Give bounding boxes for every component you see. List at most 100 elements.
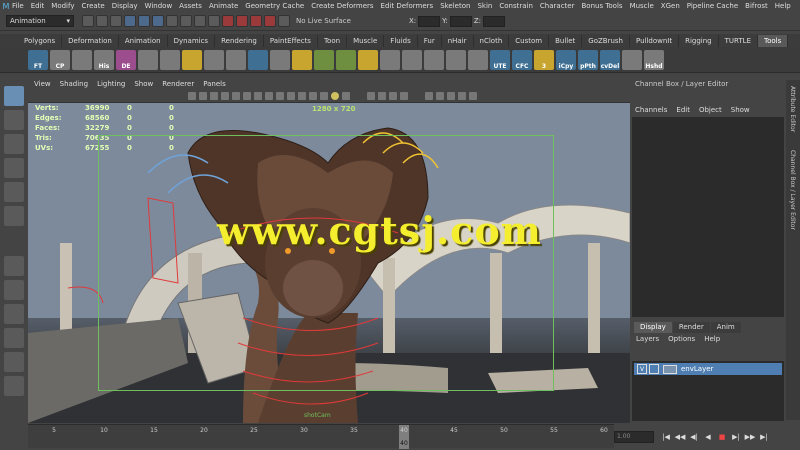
step-back-frame-icon[interactable]: ◀| xyxy=(688,431,700,443)
step-forward-frame-icon[interactable]: ▶| xyxy=(730,431,742,443)
menu-bonus-tools[interactable]: Bonus Tools xyxy=(581,2,622,10)
use-all-lights-icon[interactable] xyxy=(331,91,339,100)
shelf-tool-icon[interactable]: pPth xyxy=(578,49,598,70)
history-icon[interactable] xyxy=(222,15,234,27)
rotate-tool-icon[interactable] xyxy=(4,182,24,202)
channel-box-menu-edit[interactable]: Edit xyxy=(676,106,690,114)
shelf-tool-icon[interactable] xyxy=(358,49,378,70)
layer-color-swatch[interactable] xyxy=(663,364,677,374)
menu-edit[interactable]: Edit xyxy=(31,2,45,10)
shelf-tab-bullet[interactable]: Bullet xyxy=(549,34,583,47)
shelf-tab-rigging[interactable]: Rigging xyxy=(679,34,719,47)
x-field[interactable] xyxy=(418,15,441,27)
shelf-tool-icon[interactable] xyxy=(72,49,92,70)
shelf-tool-icon[interactable]: His xyxy=(94,49,114,70)
isolate-select-icon[interactable] xyxy=(425,91,433,100)
shelf-tool-icon[interactable] xyxy=(182,49,202,70)
shelf-tab-toon[interactable]: Toon xyxy=(318,34,348,47)
shelf-tool-icon[interactable] xyxy=(292,49,312,70)
shelf-tab-custom[interactable]: Custom xyxy=(509,34,550,47)
multisample-icon[interactable] xyxy=(389,91,397,100)
ambient-occlusion-icon[interactable] xyxy=(367,91,375,100)
shelf-tool-icon[interactable] xyxy=(402,49,422,70)
select-component-icon[interactable] xyxy=(152,15,164,27)
bookmark-icon[interactable] xyxy=(199,91,207,100)
y-field[interactable] xyxy=(449,15,472,27)
layer-menu-layers[interactable]: Layers xyxy=(636,335,659,343)
menu-bifrost[interactable]: Bifrost xyxy=(745,2,768,10)
save-scene-icon[interactable] xyxy=(110,15,122,27)
shelf-tool-icon[interactable]: FT xyxy=(28,49,48,70)
single-layout-icon[interactable] xyxy=(4,256,24,276)
menu-file[interactable]: File xyxy=(12,2,24,10)
magnet-icon[interactable] xyxy=(278,15,290,27)
shelf-tool-icon[interactable] xyxy=(204,49,224,70)
viewport-menu-renderer[interactable]: Renderer xyxy=(162,80,194,88)
shelf-tool-icon[interactable] xyxy=(138,49,158,70)
shelf-tool-icon[interactable]: Hshd xyxy=(644,49,664,70)
scale-tool-icon[interactable] xyxy=(4,206,24,226)
side-by-side-layout-icon[interactable] xyxy=(4,304,24,324)
viewport-menu-view[interactable]: View xyxy=(34,80,51,88)
channel-box-tab[interactable]: Channel Box / Layer Editor xyxy=(789,150,796,230)
motion-blur-icon[interactable] xyxy=(378,91,386,100)
snap-curve-icon[interactable] xyxy=(180,15,192,27)
menu-display[interactable]: Display xyxy=(112,2,138,10)
step-back-key-icon[interactable]: ◀◀ xyxy=(674,431,686,443)
backface-culling-icon[interactable] xyxy=(458,91,466,100)
menu-animate[interactable]: Animate xyxy=(209,2,238,10)
shelf-tab-dynamics[interactable]: Dynamics xyxy=(168,34,216,47)
shelf-tool-icon[interactable] xyxy=(380,49,400,70)
attribute-editor-tab[interactable]: Attribute Editor xyxy=(789,86,796,132)
menu-edit-deformers[interactable]: Edit Deformers xyxy=(381,2,434,10)
image-plane-icon[interactable] xyxy=(210,91,218,100)
viewport-menu-shading[interactable]: Shading xyxy=(60,80,88,88)
channel-box-body[interactable] xyxy=(632,117,784,317)
layer-menu-options[interactable]: Options xyxy=(668,335,695,343)
shelf-tab-nhair[interactable]: nHair xyxy=(442,34,474,47)
move-tool-icon[interactable] xyxy=(4,158,24,178)
safe-action-icon[interactable] xyxy=(276,91,284,100)
shelf-tab-ncloth[interactable]: nCloth xyxy=(474,34,510,47)
layer-menu-help[interactable]: Help xyxy=(704,335,720,343)
shadows-icon[interactable] xyxy=(342,91,350,100)
snap-grid-icon[interactable] xyxy=(166,15,178,27)
film-gate-icon[interactable] xyxy=(232,91,240,100)
shelf-tab-fluids[interactable]: Fluids xyxy=(384,34,418,47)
shelf-tab-fur[interactable]: Fur xyxy=(418,34,442,47)
menu-window[interactable]: Window xyxy=(145,2,173,10)
select-tool-icon[interactable] xyxy=(4,86,24,106)
menu-muscle[interactable]: Muscle xyxy=(630,2,654,10)
wireframe-on-shaded-icon[interactable] xyxy=(309,91,317,100)
custom-layout-icon[interactable] xyxy=(4,376,24,396)
menu-set-select[interactable]: Animation ▾ xyxy=(6,15,74,27)
channel-box-menu-object[interactable]: Object xyxy=(699,106,722,114)
channel-box-menu-show[interactable]: Show xyxy=(731,106,750,114)
outliner-layout-icon[interactable] xyxy=(4,352,24,372)
menu-geometry-cache[interactable]: Geometry Cache xyxy=(245,2,304,10)
menu-skin[interactable]: Skin xyxy=(477,2,492,10)
render-icon[interactable] xyxy=(236,15,248,27)
ipr-render-icon[interactable] xyxy=(250,15,262,27)
select-hierarchy-icon[interactable] xyxy=(124,15,136,27)
viewport-menu-show[interactable]: Show xyxy=(134,80,153,88)
persp-graph-layout-icon[interactable] xyxy=(4,328,24,348)
field-chart-icon[interactable] xyxy=(265,91,273,100)
paint-select-tool-icon[interactable] xyxy=(4,134,24,154)
depth-of-field-icon[interactable] xyxy=(400,91,408,100)
shelf-tool-icon[interactable] xyxy=(248,49,268,70)
shelf-tool-icon[interactable]: 3 xyxy=(534,49,554,70)
menu-help[interactable]: Help xyxy=(775,2,791,10)
snap-point-icon[interactable] xyxy=(194,15,206,27)
shelf-tool-icon[interactable] xyxy=(160,49,180,70)
shelf-tool-icon[interactable] xyxy=(622,49,642,70)
menu-skeleton[interactable]: Skeleton xyxy=(440,2,470,10)
new-scene-icon[interactable] xyxy=(82,15,94,27)
menu-modify[interactable]: Modify xyxy=(51,2,74,10)
shelf-tab-muscle[interactable]: Muscle xyxy=(347,34,385,47)
shelf-tab-pulldownit[interactable]: PulldownIt xyxy=(630,34,680,47)
shelf-tool-icon[interactable]: iCpy xyxy=(556,49,576,70)
shelf-tool-icon[interactable] xyxy=(446,49,466,70)
shelf-tab-tools[interactable]: Tools xyxy=(758,34,789,47)
z-field[interactable] xyxy=(482,15,505,27)
